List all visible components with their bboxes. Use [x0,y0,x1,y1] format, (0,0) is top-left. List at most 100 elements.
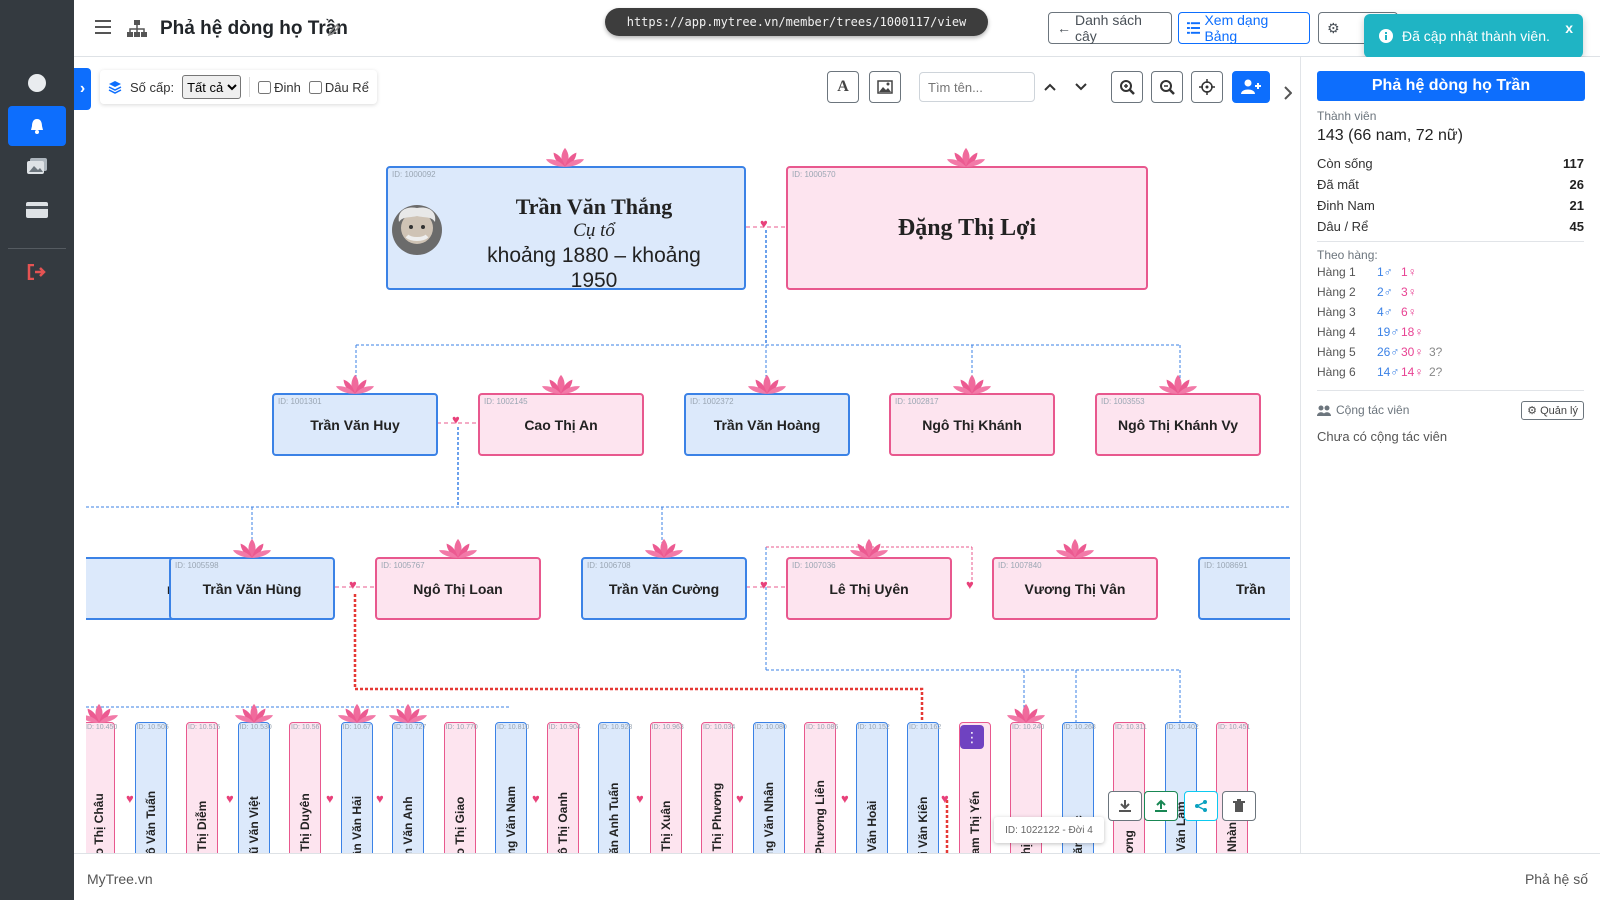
heart-icon: ♥ [636,791,644,806]
stats-list: Còn sống 117 Đã mất 26 Đinh Nam 21 Dâu / Rể 45 [1317,153,1584,237]
user-plus-icon [1241,79,1261,94]
person-card[interactable]: ID: 1005598 Trần Văn Hùng [169,557,335,620]
person-card-vertical[interactable]: ID: 10.152 ạ Văn Hoài [855,722,890,853]
zoom-in-button[interactable] [1111,71,1143,103]
heart-icon: ♥ [966,577,974,592]
person-card-vertical[interactable]: ID: 10.963 ô Thị Xuân [649,722,684,853]
toast-message: Đã cập nhật thành viên. [1402,28,1550,44]
filter-dau-re[interactable]: Dâu Rể [308,80,369,95]
crosshair-icon [1199,79,1215,95]
heart-icon: ♥ [326,791,334,806]
person-card-vertical[interactable]: ID: 10.402 ũ Văn Lâm [1164,722,1199,853]
person-card-vertical[interactable]: ID: 10.515 o Thị Diễm [186,722,220,853]
search-input[interactable] [919,72,1035,102]
person-card[interactable]: ID: 1007840 Vương Thị Vân [992,557,1158,620]
person-card[interactable]: ID: 1002372 Trần Văn Hoàng [684,393,850,456]
person-card-vertical[interactable]: ID: 10.67 rần Văn Hải [340,722,373,853]
by-rank-label: Theo hàng: [1317,248,1378,262]
person-card-vertical[interactable]: ID: 10.904 gô Thị Oanh [546,722,581,853]
download-button[interactable] [1108,791,1142,821]
person-card-root-male[interactable]: ID: 1000092 Trần Văn Thắng Cụ tổ khoảng … [386,166,746,293]
filter-dinh-checkbox[interactable] [258,80,272,94]
person-card[interactable]: ID: 1008691 Trần [1198,557,1290,620]
heart-icon: ♥ [736,791,744,806]
person-id: ID: 10.162 [909,724,942,731]
person-card-vertical[interactable]: ID: 10.450 ao Thị Châu [86,722,117,853]
image-icon [877,80,893,94]
lotus-icon [233,538,271,558]
person-card-vertical[interactable]: ID: 10.530 Vũ Văn Việt [237,722,272,853]
add-member-button[interactable] [1232,71,1270,103]
nav-home[interactable] [8,63,66,103]
person-card-vertical[interactable]: ID: 10.034 o Thị Phương [701,722,735,853]
person-name: Trần [1236,580,1266,597]
person-card-vertical[interactable]: ID: 10.311 ương [1113,722,1147,853]
tree-list-label: Danh sách cây [1075,12,1142,44]
chevron-up-icon [1044,83,1056,91]
person-card-vertical[interactable]: ID: 10.56 o Thị Duyên [289,722,321,853]
list-icon [1187,22,1201,34]
chevron-down-icon [1075,83,1087,91]
collab-manage-button[interactable]: ⚙ Quản lý [1521,400,1584,420]
delete-button[interactable] [1222,791,1256,821]
person-id: ID: 10.810 [497,724,530,731]
person-card-vertical[interactable]: ID: 10.086 i Phương Liên [804,722,838,853]
person-card[interactable]: ID: 1006708 Trần Văn Cường [581,557,747,620]
table-view-button[interactable]: Xem dạng Bảng [1178,12,1310,44]
rank-row: Hàng 5 26♂ 30♀ 3? [1317,342,1584,362]
zoom-in-icon [1120,80,1135,95]
person-id: ID: 10.152 [857,724,890,731]
person-card[interactable]: ID: 1007036 Lê Thị Uyên [786,557,952,620]
root-male-years: khoảng 1880 – khoảng 1950 [487,244,701,293]
nav-logout[interactable] [8,252,66,292]
heart-icon: ♥ [452,412,460,427]
tree-list-button[interactable]: ← Danh sách cây [1048,12,1172,44]
person-name: ạ Văn Hoài [864,800,879,853]
toast-close-button[interactable]: x [1565,20,1573,36]
zoom-out-button[interactable] [1151,71,1183,103]
tree-canvas[interactable]: ♥♥♥♥♥♥♥♥♥♥♥♥♥♥♥ ID: 1000092 Trần Văn Thắ… [86,57,1290,853]
upload-button[interactable] [1144,791,1178,821]
nav-billing[interactable] [8,190,66,230]
panel-title[interactable]: Phả hệ dòng họ Trần [1317,71,1585,101]
image-button[interactable] [869,71,901,103]
nav-tree[interactable] [8,106,66,146]
person-card[interactable]: ID: 1001301 Trần Văn Huy [272,393,438,456]
font-button[interactable]: A [827,71,859,103]
search-prev-button[interactable] [1040,74,1060,100]
person-card-vertical[interactable]: ID: 10.505 gô Văn Tuấn [134,722,169,853]
person-card-vertical[interactable]: ID: 10.080 ăng Văn Nhân [752,722,787,853]
footer-brand[interactable]: MyTree.vn [87,871,153,887]
person-card-vertical[interactable]: ID: 10.928 Văn Anh Tuấn [598,722,632,853]
nav-gallery[interactable] [8,146,66,186]
person-card[interactable]: ID: 1002817 Ngô Thị Khánh [889,393,1055,456]
person-card-vertical[interactable]: ID: 10.451 y Nhàn [1216,722,1250,853]
panel-divider [1317,390,1584,391]
person-card[interactable]: ID: 1003553 Ngô Thị Khánh Vy [1095,393,1261,456]
zoom-out-icon [1160,80,1175,95]
node-menu-button[interactable]: ⋮ [960,725,984,749]
hamburger-icon[interactable] [95,20,111,34]
person-card-vertical[interactable]: ID: 10.162 ùi Văn Kiên [907,722,942,853]
pencil-icon[interactable] [327,23,341,37]
person-card-vertical[interactable]: ID: 10.810 ăng Văn Nam [495,722,530,853]
center-button[interactable] [1191,71,1223,103]
person-card[interactable]: ID: 1002145 Cao Thị An [478,393,644,456]
person-id: ID: 1007036 [792,561,836,570]
person-card-root-female[interactable]: ID: 1000570 Đặng Thị Lợi [786,166,1148,290]
person-id: ID: 1005767 [381,561,425,570]
person-name: ô Thị Xuân [658,800,673,853]
collapse-right-panel-button[interactable] [1278,78,1298,108]
filter-dinh[interactable]: Đinh [258,80,301,95]
search-next-button[interactable] [1071,74,1091,100]
share-button[interactable] [1184,791,1218,821]
filter-dau-re-checkbox[interactable] [308,80,322,94]
person-card[interactable]: ID: 1005767 Ngô Thị Loan [375,557,541,620]
level-select[interactable]: Tất cả [182,75,242,99]
person-card-vertical[interactable]: ID: 10.770 ao Thị Giao [443,722,478,853]
expand-left-panel-button[interactable]: › [74,68,91,110]
person-card-vertical[interactable]: ID: 10.727 ần Văn Anh [392,722,426,853]
rank-list: Hàng 1 1♂ 1♀ Hàng 2 2♂ 3♀ Hàng 3 4♂ 6♀ Hàng 4 19♂ 1… [1317,262,1584,382]
person-id: ID: 10.311 [1115,724,1147,731]
person-id: ID: 10.530 [239,724,272,731]
